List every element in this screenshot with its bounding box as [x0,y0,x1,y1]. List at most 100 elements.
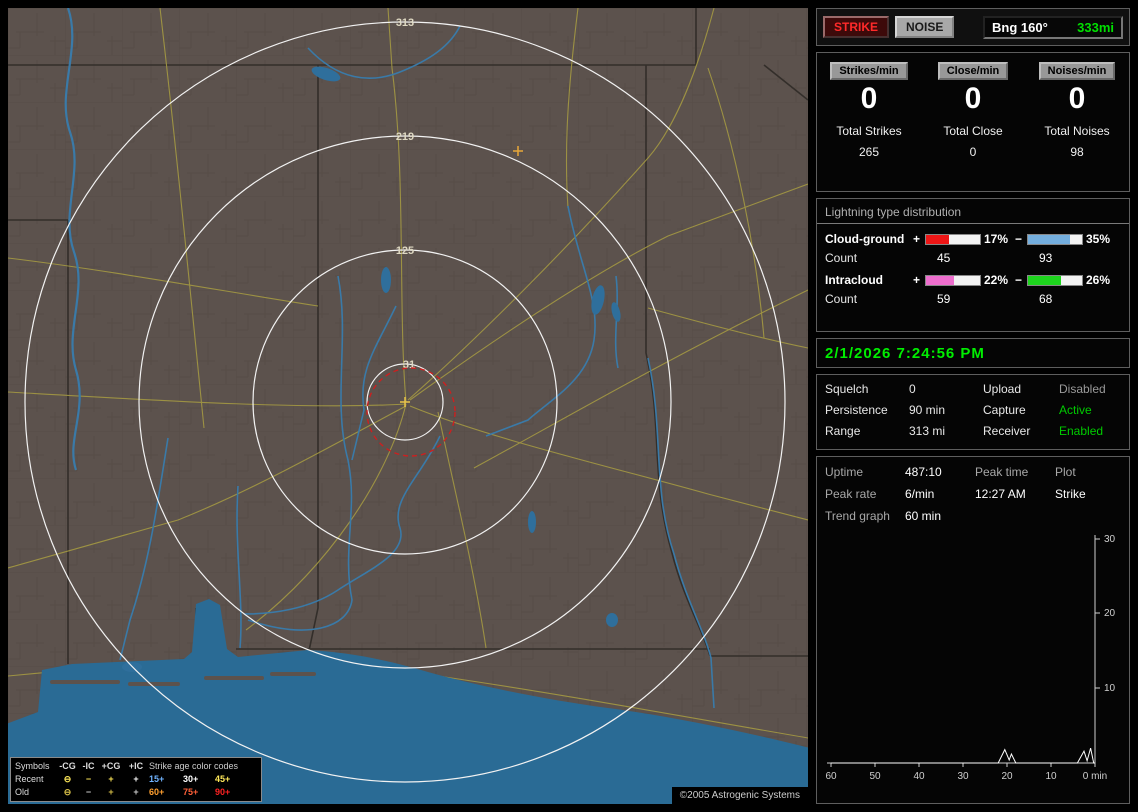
neg-cg-old-icon: ⊖ [63,787,72,797]
ic-plus-pct: 22% [984,273,1009,287]
legend-symbols-header: Symbols [15,761,50,771]
cg-minus-bar [1027,233,1083,245]
age-75: 75+ [183,787,199,797]
svg-text:30: 30 [1104,534,1116,545]
plus-sign: + [913,273,921,287]
svg-text:20: 20 [1001,771,1013,782]
cg-minus-pct: 35% [1086,232,1111,246]
capture-label: Capture [983,403,1026,417]
squelch-label: Squelch [825,382,869,396]
strikes-per-min-chip[interactable]: Strikes/min [830,62,908,80]
trend-graph: 30 20 10 60 50 40 30 20 10 0 min [825,534,1116,782]
svg-text:10: 10 [1104,683,1116,694]
svg-text:0 min: 0 min [1083,771,1107,782]
ic-minus-count: 68 [1039,292,1053,306]
trend-graph-label: Trend graph [825,509,890,523]
svg-text:50: 50 [869,771,881,782]
distribution-title: Lightning type distribution [817,205,1129,224]
peak-rate-value: 6/min [905,487,935,501]
peak-rate-label: Peak rate [825,487,877,501]
cloud-ground-count-row: Count 45 93 [817,251,1129,265]
map-legend: Symbols -CG -IC +CG +IC Strike age color… [10,757,262,802]
receiver-status: Enabled [1059,424,1104,438]
map[interactable]: 313 219 125 31 [8,8,808,804]
bearing-range: 333mi [1077,19,1114,35]
receiver-label: Receiver [983,424,1031,438]
rate-counters: Strikes/min 0 Total Strikes 265 Close/mi… [816,52,1130,192]
pos-cg-recent-icon: + [108,774,114,784]
plot-value: Strike [1055,487,1086,501]
ic-minus-pct: 26% [1086,273,1111,287]
ring-label-31: 31 [403,359,415,371]
legend-col-neg-ic: -IC [82,761,95,771]
total-noises-label: Total Noises [1044,124,1110,138]
strike-button[interactable]: STRIKE [823,16,890,38]
cloud-ground-row: Cloud-ground + 17% − 35% [817,232,1129,246]
svg-text:30: 30 [957,771,969,782]
ring-label-219: 219 [396,131,414,143]
copyright: ©2005 Astrogenic Systems [671,787,808,804]
trend-window-value: 60 min [905,509,942,523]
pos-cg-old-icon: + [108,787,114,797]
pos-ic-recent-icon: + [133,774,139,784]
legend-row-recent: Recent ⊖ − + + 15+ 30+ 45+ [15,773,257,786]
plus-sign: + [913,232,921,246]
age-15: 15+ [149,774,165,784]
legend-col-pos-ic: +IC [128,761,144,771]
ic-plus-count: 59 [937,292,951,306]
noises-counter: Noises/min 0 Total Noises 98 [1025,62,1129,191]
clock-box: 2/1/2026 7:24:56 PM [816,338,1130,368]
total-close-label: Total Close [943,124,1003,138]
type-distribution: Lightning type distribution Cloud-ground… [816,198,1130,332]
trend-line [831,747,1095,764]
range-label: Range [825,424,861,438]
peak-time-label: Peak time [975,465,1029,479]
total-strikes-value: 265 [858,145,880,159]
bearing-readout: Bng 160° 333mi [983,15,1123,39]
capture-status: Active [1059,403,1092,417]
peak-time-value: 12:27 AM [975,487,1026,501]
uptime-value: 487:10 [905,465,942,479]
neg-cg-recent-icon: ⊖ [63,774,72,784]
persistence-value: 90 min [909,403,946,417]
svg-text:20: 20 [1104,608,1116,619]
age-60: 60+ [149,787,165,797]
total-close-value: 0 [969,145,977,159]
svg-text:40: 40 [913,771,925,782]
strikes-per-min-value: 0 [860,82,878,115]
legend-row-old: Old ⊖ − + + 60+ 75+ 90+ [15,786,257,799]
trend-y-ticks: 30 20 10 [1104,534,1116,694]
intracloud-count-row: Count 59 68 [817,292,1129,306]
settings-box: Squelch 0 Upload Disabled Persistence 90… [816,374,1130,450]
noises-per-min-chip[interactable]: Noises/min [1038,62,1116,80]
age-45: 45+ [215,774,231,784]
legend-col-neg-cg: -CG [59,761,76,771]
ic-minus-bar [1027,274,1083,286]
svg-text:10: 10 [1045,771,1057,782]
minus-sign: − [1015,273,1023,287]
noises-per-min-value: 0 [1068,82,1086,115]
strike-noise-toolbar: STRIKE NOISE Bng 160° 333mi [816,8,1130,46]
status-box: Uptime 487:10 Peak time Plot Peak rate 6… [816,456,1130,804]
trend-x-ticks: 60 50 40 30 20 10 0 min [825,771,1107,782]
upload-status: Disabled [1059,382,1106,396]
legend-age-header: Strike age color codes [149,761,239,771]
cg-plus-count: 45 [937,251,951,265]
plot-label: Plot [1055,465,1076,479]
close-per-min-chip[interactable]: Close/min [937,62,1009,80]
side-panel: STRIKE NOISE Bng 160° 333mi Strikes/min … [816,8,1130,804]
upload-label: Upload [983,382,1022,396]
cg-plus-bar [925,233,981,245]
total-strikes-label: Total Strikes [836,124,902,138]
persistence-label: Persistence [825,403,888,417]
map-display[interactable]: 313 219 125 31 Symbols -CG -IC +CG +IC S… [8,8,808,804]
ic-plus-bar [925,274,981,286]
age-30: 30+ [183,774,199,784]
datetime: 2/1/2026 7:24:56 PM [825,344,985,362]
range-value: 313 mi [909,424,946,438]
noise-button[interactable]: NOISE [895,16,955,38]
ring-label-125: 125 [396,245,414,257]
close-per-min-value: 0 [964,82,982,115]
total-noises-value: 98 [1070,145,1084,159]
close-counter: Close/min 0 Total Close 0 [921,62,1025,191]
